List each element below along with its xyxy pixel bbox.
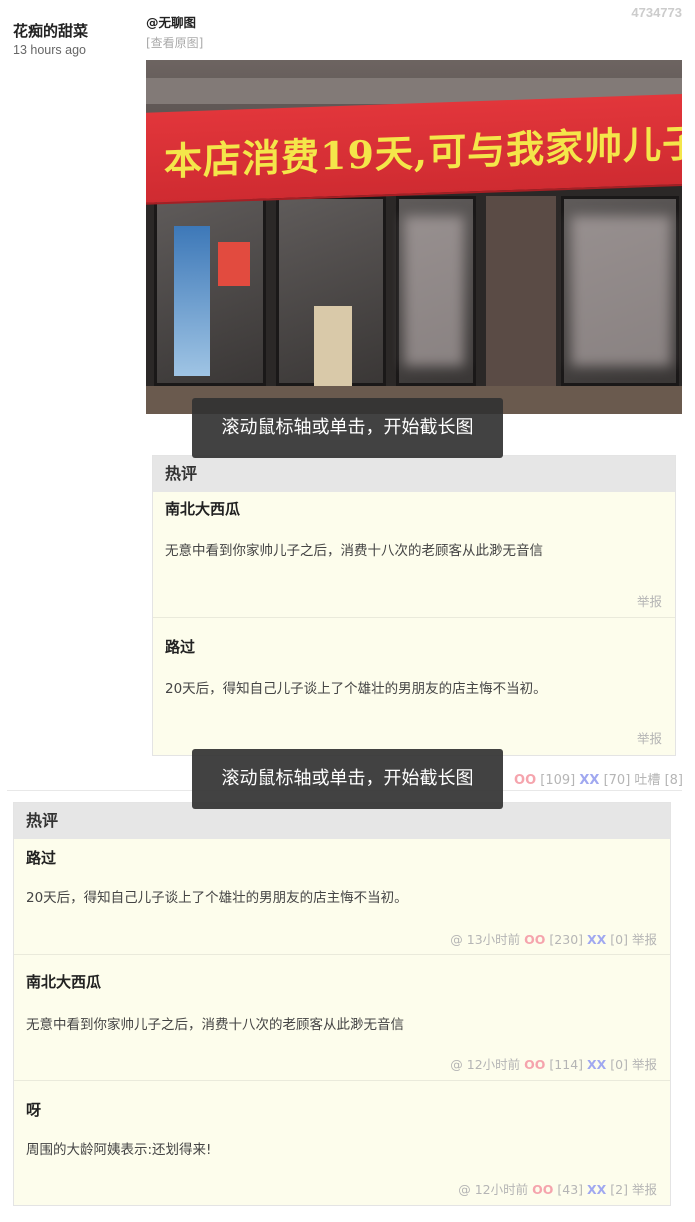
report-link[interactable]: 举报 — [632, 1057, 657, 1072]
comment-meta: @ 12小时前 OO [43] XX [2] 举报 — [458, 1179, 657, 1198]
post-author-block: 花痴的甜菜 13 hours ago — [13, 21, 138, 58]
oo-count: [230] — [549, 932, 584, 947]
xx-count: [70] — [603, 773, 631, 788]
xx-count: [2] — [610, 1182, 628, 1197]
inline-hot-comments: 热评 南北大西瓜 无意中看到你家帅儿子之后，消费十八次的老顾客从此渺无音信 举报… — [152, 455, 676, 756]
oo-button[interactable]: OO — [524, 932, 545, 947]
comment-text: 周围的大龄阿姨表示:还划得来! — [26, 1142, 212, 1158]
report-link[interactable]: 举报 — [637, 591, 662, 610]
long-screenshot-tip[interactable]: 滚动鼠标轴或单击，开始截长图 — [192, 398, 503, 458]
comment-text: 20天后，得知自己儿子谈上了个雄壮的男朋友的店主悔不当初。 — [165, 681, 547, 697]
hot-comment: 路过 20天后，得知自己儿子谈上了个雄壮的男朋友的店主悔不当初。 @ 13小时前… — [14, 839, 670, 955]
at-link[interactable]: @ — [458, 1182, 471, 1197]
comment-text: 20天后，得知自己儿子谈上了个雄壮的男朋友的店主悔不当初。 — [26, 890, 408, 906]
comment-meta: @ 12小时前 OO [114] XX [0] 举报 — [450, 1054, 657, 1073]
at-link[interactable]: @ — [450, 932, 463, 947]
photo-storefront — [146, 186, 682, 414]
comment-time: 12小时前 — [466, 1057, 521, 1072]
tucao-count: [8] — [664, 773, 683, 788]
xx-count: [0] — [610, 1057, 628, 1072]
comment-author[interactable]: 路过 — [165, 636, 195, 657]
comment-text: 无意中看到你家帅儿子之后，消费十八次的老顾客从此渺无音信 — [26, 1017, 404, 1033]
xx-button[interactable]: XX — [587, 932, 606, 947]
comment-author[interactable]: 路过 — [26, 847, 56, 868]
comment-author[interactable]: 南北大西瓜 — [26, 971, 101, 992]
post-photo[interactable]: 本店消费19天,可与我家帅儿子相亲一次 — [146, 60, 682, 414]
hot-comments-panel: 热评 路过 20天后，得知自己儿子谈上了个雄壮的男朋友的店主悔不当初。 @ 13… — [13, 802, 671, 1206]
post-content-header: @无聊图 [查看原图] — [146, 14, 682, 52]
oo-count: [114] — [549, 1057, 584, 1072]
author-name[interactable]: 花痴的甜菜 — [13, 21, 138, 41]
hot-comment: 南北大西瓜 无意中看到你家帅儿子之后，消费十八次的老顾客从此渺无音信 @ 12小… — [14, 955, 670, 1081]
oo-count: [43] — [557, 1182, 584, 1197]
comment-time: 13小时前 — [466, 932, 521, 947]
xx-button[interactable]: XX — [579, 773, 599, 788]
post-time: 13 hours ago — [13, 43, 86, 57]
mention-tag[interactable]: @无聊图 — [146, 14, 682, 31]
comment-author[interactable]: 呀 — [26, 1099, 41, 1120]
post-vote-row: OO [109] XX [70] 吐槽 [8] — [514, 769, 683, 788]
inline-hot-header: 热评 — [153, 456, 675, 492]
xx-count: [0] — [610, 932, 628, 947]
inline-hot-comment: 南北大西瓜 无意中看到你家帅儿子之后，消费十八次的老顾客从此渺无音信 举报 — [153, 492, 675, 618]
xx-button[interactable]: XX — [587, 1182, 606, 1197]
tucao-button[interactable]: 吐槽 — [634, 773, 660, 788]
inline-hot-comment: 路过 20天后，得知自己儿子谈上了个雄壮的男朋友的店主悔不当初。 举报 — [153, 618, 675, 755]
oo-button[interactable]: OO — [532, 1182, 553, 1197]
hot-comment: 呀 周围的大龄阿姨表示:还划得来! @ 12小时前 OO [43] XX [2]… — [14, 1081, 670, 1205]
report-link[interactable]: 举报 — [632, 1182, 657, 1197]
oo-button[interactable]: OO — [524, 1057, 545, 1072]
xx-button[interactable]: XX — [587, 1057, 606, 1072]
long-screenshot-tip[interactable]: 滚动鼠标轴或单击，开始截长图 — [192, 749, 503, 809]
oo-count: [109] — [540, 773, 576, 788]
comment-author[interactable]: 南北大西瓜 — [165, 498, 240, 519]
at-link[interactable]: @ — [450, 1057, 463, 1072]
view-original-link[interactable]: [查看原图] — [146, 35, 682, 52]
comment-meta: @ 13小时前 OO [230] XX [0] 举报 — [450, 929, 657, 948]
comment-text: 无意中看到你家帅儿子之后，消费十八次的老顾客从此渺无音信 — [165, 543, 543, 559]
oo-button[interactable]: OO — [514, 773, 536, 788]
comment-time: 12小时前 — [474, 1182, 529, 1197]
report-link[interactable]: 举报 — [632, 932, 657, 947]
report-link[interactable]: 举报 — [637, 728, 662, 747]
